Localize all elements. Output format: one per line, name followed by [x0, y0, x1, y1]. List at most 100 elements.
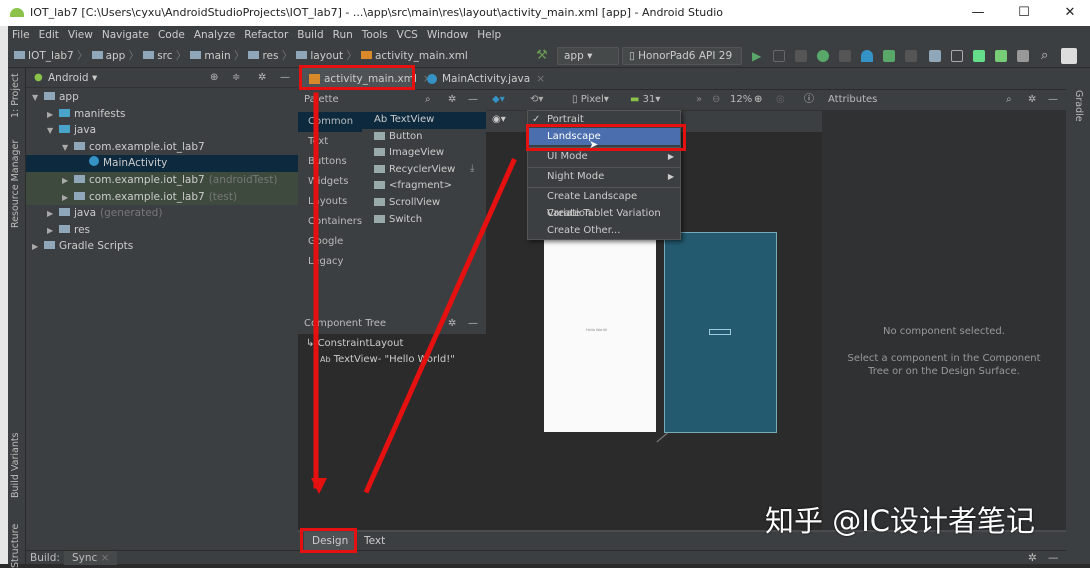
- palette-category[interactable]: Containers: [298, 212, 362, 232]
- zoom-fit-icon[interactable]: ◎: [776, 90, 785, 110]
- menu-view[interactable]: View: [68, 26, 93, 44]
- make-project-hammer-icon[interactable]: ⚒: [536, 44, 548, 68]
- tree-item-textview[interactable]: Ab TextView- "Hello World!": [320, 354, 455, 365]
- preview-textview[interactable]: Hello World!: [586, 328, 607, 332]
- sync-gradle-icon[interactable]: [973, 50, 985, 62]
- expand-arrow-icon[interactable]: ▶: [62, 190, 72, 207]
- breadcrumb-item[interactable]: src 〉: [143, 44, 186, 68]
- resource-manager-tool-button[interactable]: Resource Manager: [10, 140, 21, 228]
- expand-arrow-icon[interactable]: ▼: [32, 90, 42, 107]
- menu-run[interactable]: Run: [333, 26, 353, 44]
- project-tool-button[interactable]: 1: Project: [10, 73, 21, 118]
- project-tree-item[interactable]: MainActivity: [26, 155, 298, 172]
- avd-manager-icon[interactable]: [995, 50, 1007, 62]
- structure-tool-button[interactable]: Structure: [10, 524, 21, 568]
- apply-changes-icon[interactable]: [773, 50, 785, 62]
- tree-item-constraintlayout[interactable]: ↳ ConstraintLayout: [306, 338, 403, 349]
- minimize-button[interactable]: —: [955, 0, 1001, 26]
- expand-arrow-icon[interactable]: ▶: [47, 107, 57, 124]
- stop-icon[interactable]: [905, 50, 917, 62]
- profile-icon[interactable]: [839, 50, 851, 62]
- menu-item-create-landscape-variation[interactable]: Create Landscape Variation: [528, 188, 680, 219]
- palette-category[interactable]: Widgets: [298, 172, 362, 192]
- close-icon[interactable]: ×: [101, 552, 110, 564]
- orientation-icon[interactable]: ⟲▾: [530, 90, 543, 110]
- run-icon[interactable]: ▶: [752, 44, 761, 68]
- palette-item[interactable]: Switch: [362, 212, 486, 229]
- gear-icon[interactable]: ✲: [258, 68, 266, 88]
- build-variants-tool-button[interactable]: Build Variants: [10, 432, 21, 498]
- menu-code[interactable]: Code: [158, 26, 185, 44]
- palette-category[interactable]: Layouts: [298, 192, 362, 212]
- menu-file[interactable]: File: [12, 26, 30, 44]
- zoom-in-icon[interactable]: ⊕: [754, 90, 762, 110]
- blueprint-preview[interactable]: [664, 232, 777, 433]
- menu-tools[interactable]: Tools: [362, 26, 388, 44]
- palette-category[interactable]: Common: [298, 112, 362, 132]
- project-tree-item[interactable]: ▶ Gradle Scripts: [26, 238, 298, 255]
- palette-category[interactable]: Google: [298, 232, 362, 252]
- design-preview[interactable]: Hello World!: [544, 232, 656, 432]
- palette-item[interactable]: <fragment>: [362, 178, 486, 195]
- download-icon[interactable]: ⤓: [470, 163, 474, 174]
- breadcrumb-item[interactable]: IOT_lab7 〉: [14, 44, 88, 68]
- info-icon[interactable]: ⓘ: [804, 90, 814, 110]
- run-config-select[interactable]: app ▾: [557, 47, 619, 65]
- locate-icon[interactable]: ⊕: [210, 68, 218, 88]
- search-icon[interactable]: ⌕: [1041, 44, 1048, 68]
- api-select[interactable]: ▬ 31▾: [630, 90, 660, 110]
- design-surface-icon[interactable]: ◆▾: [492, 90, 505, 110]
- project-tree-item[interactable]: ▼ app: [26, 89, 298, 106]
- gear-icon[interactable]: ✲: [1028, 90, 1036, 110]
- breadcrumb-item[interactable]: app 〉: [91, 44, 139, 68]
- project-tree-item[interactable]: ▼ com.example.iot_lab7: [26, 139, 298, 156]
- hide-icon[interactable]: —: [468, 90, 478, 110]
- maximize-button[interactable]: ☐: [1001, 0, 1047, 26]
- sync-tab[interactable]: Sync ×: [64, 551, 118, 565]
- project-tree-item[interactable]: ▶ java (generated): [26, 205, 298, 222]
- account-avatar[interactable]: [1061, 48, 1077, 64]
- menu-item-night-mode[interactable]: Night Mode ▶: [528, 168, 680, 185]
- search-icon[interactable]: ⌕: [1006, 90, 1012, 110]
- gear-icon[interactable]: ✲: [1028, 551, 1037, 565]
- tab-close-icon[interactable]: ×: [536, 73, 545, 85]
- menu-help[interactable]: Help: [477, 26, 501, 44]
- palette-item[interactable]: Button: [362, 129, 486, 146]
- menu-build[interactable]: Build: [297, 26, 323, 44]
- expand-arrow-icon[interactable]: ▶: [47, 206, 57, 223]
- menu-analyze[interactable]: Analyze: [194, 26, 235, 44]
- hide-icon[interactable]: —: [1048, 90, 1058, 110]
- menu-edit[interactable]: Edit: [39, 26, 59, 44]
- expand-arrow-icon[interactable]: ▶: [32, 239, 42, 256]
- menu-vcs[interactable]: VCS: [397, 26, 418, 44]
- hide-icon[interactable]: —: [1048, 551, 1059, 565]
- breadcrumb-item[interactable]: res 〉: [248, 44, 292, 68]
- debug-icon[interactable]: [817, 50, 829, 62]
- palette-category[interactable]: Text: [298, 132, 362, 152]
- gradle-tool-button[interactable]: Gradle: [1073, 90, 1084, 122]
- sdk-manager-icon[interactable]: [1017, 50, 1029, 62]
- tab-text[interactable]: Text: [356, 532, 393, 550]
- project-structure-icon[interactable]: [929, 50, 941, 62]
- palette-item[interactable]: Ab TextView: [362, 112, 486, 129]
- gear-icon[interactable]: ✲: [448, 314, 456, 334]
- view-options-eye-icon[interactable]: ◉▾: [492, 114, 506, 125]
- breadcrumb-item[interactable]: main 〉: [190, 44, 244, 68]
- more-icon[interactable]: »: [696, 90, 702, 110]
- project-tree-item[interactable]: ▶ com.example.iot_lab7 (androidTest): [26, 172, 298, 189]
- palette-item[interactable]: RecyclerView: [362, 162, 486, 179]
- device-select[interactable]: ▯ Pixel▾: [572, 90, 609, 110]
- menu-item-create-other[interactable]: Create Other...: [528, 222, 680, 239]
- palette-category[interactable]: Legacy: [298, 252, 362, 272]
- project-tree-item[interactable]: ▶ manifests: [26, 106, 298, 123]
- tab-mainactivity-java[interactable]: MainActivity.java ×: [420, 68, 545, 90]
- menu-refactor[interactable]: Refactor: [244, 26, 288, 44]
- hide-icon[interactable]: —: [280, 68, 290, 88]
- menu-navigate[interactable]: Navigate: [102, 26, 149, 44]
- expand-arrow-icon[interactable]: ▶: [47, 223, 57, 240]
- profiler-icon[interactable]: [861, 50, 873, 62]
- terminal-icon[interactable]: [951, 50, 963, 62]
- search-icon[interactable]: ⌕: [425, 90, 431, 110]
- expand-arrow-icon[interactable]: ▼: [62, 140, 72, 157]
- hide-icon[interactable]: —: [468, 314, 478, 334]
